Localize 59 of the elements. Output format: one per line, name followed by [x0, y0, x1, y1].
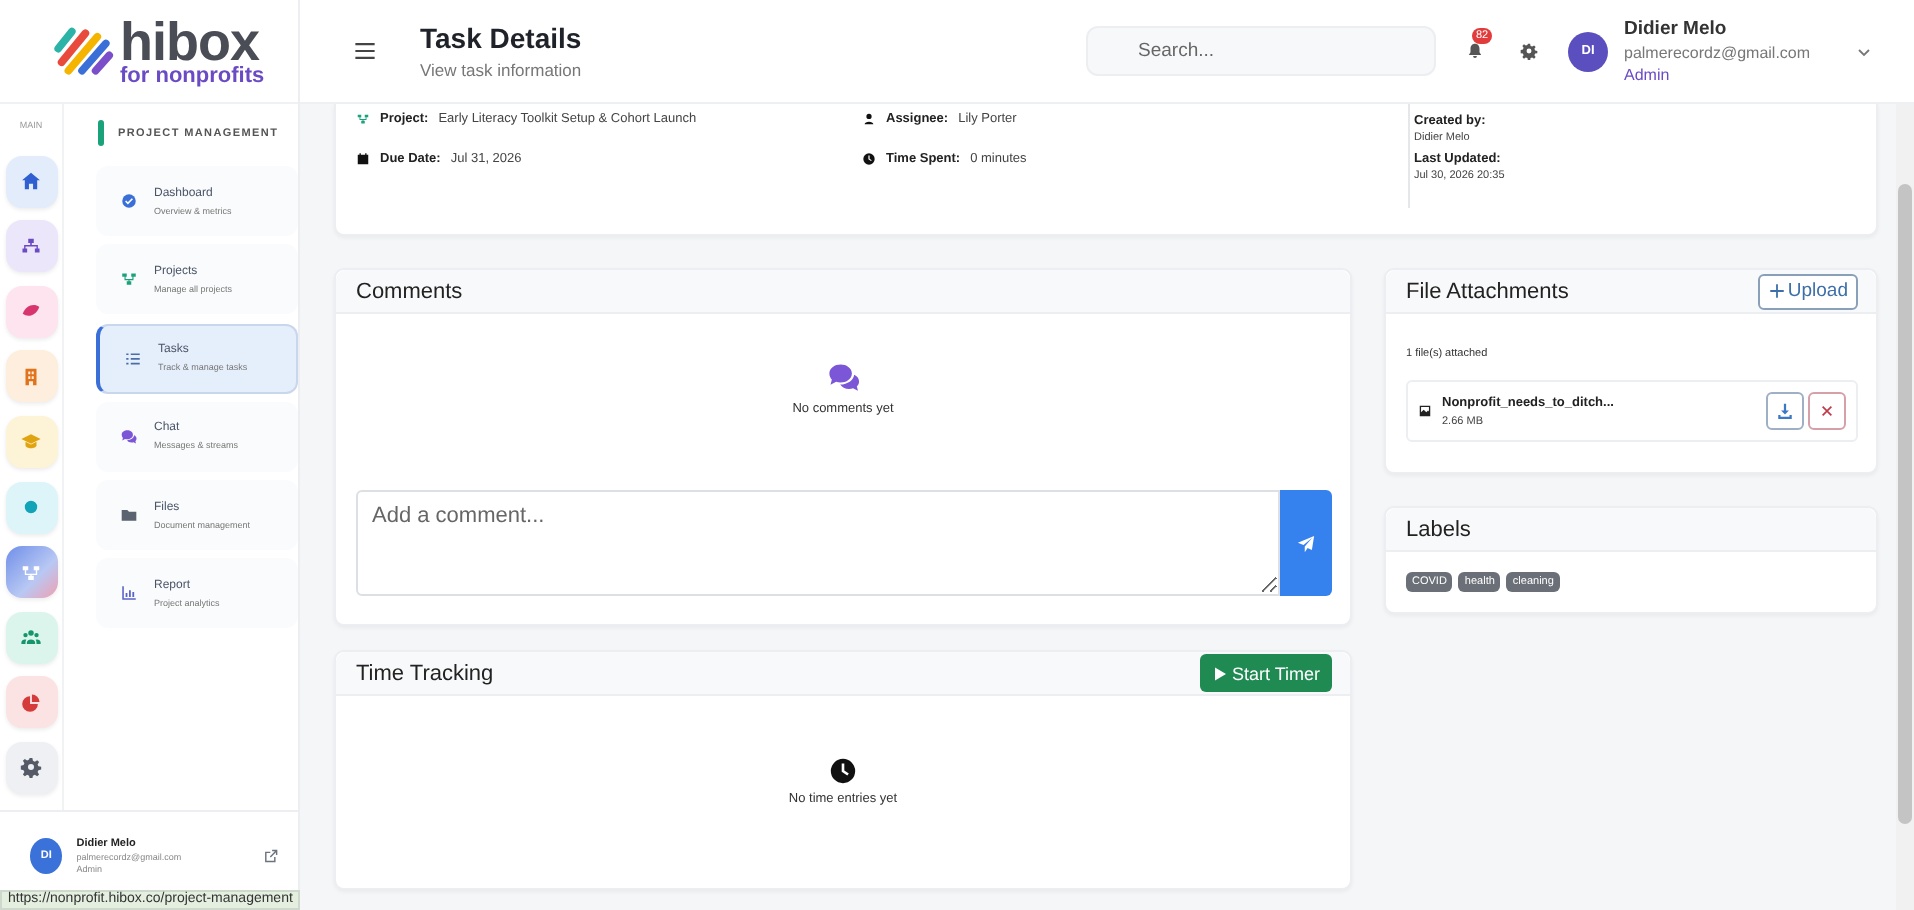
page-subtitle: View task information — [420, 60, 584, 80]
chat-icon — [120, 427, 138, 446]
send-icon — [1296, 533, 1316, 553]
external-link-icon[interactable] — [263, 847, 279, 863]
rail-button[interactable] — [5, 741, 57, 794]
sitemap-icon — [20, 235, 42, 258]
upload-button[interactable]: Upload — [1757, 273, 1858, 309]
logo-icon — [48, 23, 116, 79]
users-icon — [20, 626, 42, 649]
user-email: palmerecordz@gmail.com — [1624, 44, 1813, 62]
user-role: Admin — [1624, 66, 1672, 84]
card-title: File Attachments — [1406, 279, 1569, 303]
plus-icon — [1767, 282, 1786, 300]
play-icon — [1211, 665, 1228, 681]
download-button[interactable] — [1766, 392, 1804, 430]
logo-name: hibox — [120, 15, 260, 69]
network-icon — [120, 270, 138, 289]
search-field[interactable]: Search... — [1086, 26, 1436, 76]
clock-icon — [862, 151, 876, 165]
card-title: Comments — [356, 279, 463, 303]
rail-button[interactable] — [5, 155, 57, 208]
comment-field[interactable]: Add a comment... — [356, 490, 1280, 596]
user-name: Didier Melo — [1624, 18, 1729, 40]
notification-bell-icon[interactable] — [1466, 42, 1484, 60]
card-title: Labels — [1406, 517, 1471, 541]
rail-button[interactable] — [5, 676, 57, 729]
rail-button[interactable] — [5, 481, 57, 534]
bar-chart-icon — [120, 584, 138, 603]
graduation-cap-icon — [20, 430, 42, 453]
rail-button[interactable] — [5, 611, 57, 664]
network-icon — [20, 561, 42, 584]
rail-button[interactable] — [5, 220, 57, 273]
download-icon — [1776, 402, 1794, 420]
folder-icon — [120, 506, 138, 525]
image-file-icon — [1418, 404, 1432, 418]
start-timer-button[interactable]: Start Timer — [1199, 654, 1332, 692]
close-icon — [1820, 404, 1834, 418]
rail-button[interactable] — [5, 350, 57, 403]
person-icon — [862, 111, 876, 125]
list-icon — [124, 349, 142, 368]
page-title: Task Details — [420, 22, 584, 54]
network-icon — [356, 111, 370, 125]
menu-icon[interactable] — [354, 40, 376, 62]
chat-icon — [825, 360, 861, 396]
send-button[interactable] — [1280, 490, 1332, 596]
home-icon — [20, 170, 42, 193]
calendar-icon — [356, 151, 370, 165]
dashboard-icon — [120, 192, 138, 210]
chevron-down-icon[interactable] — [1856, 43, 1872, 59]
rail-button[interactable] — [5, 285, 57, 338]
building-icon — [20, 365, 42, 388]
card-title: Time Tracking — [356, 661, 494, 685]
scrollbar-thumb[interactable] — [1898, 184, 1912, 824]
settings-icon — [20, 756, 42, 779]
logo-tagline: for nonprofits — [120, 65, 265, 87]
pie-chart-icon — [20, 691, 42, 714]
remove-button[interactable] — [1808, 392, 1846, 430]
settings-icon[interactable] — [1520, 42, 1538, 60]
clock-icon — [828, 756, 858, 786]
